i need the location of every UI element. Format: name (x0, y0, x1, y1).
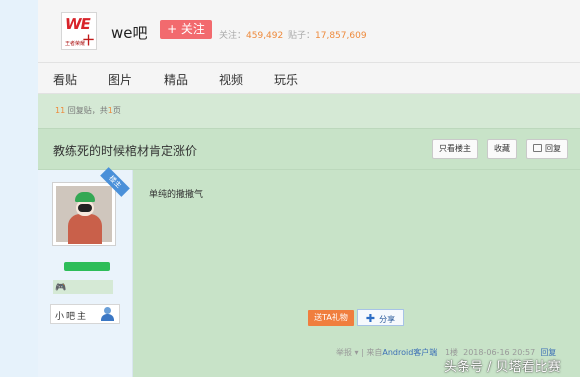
thread-title: 教练死的时候棺材肯定涨价 (53, 144, 198, 158)
forum-logo[interactable]: WE 王者荣耀 十 (61, 12, 97, 50)
forum-nav: 看贴 图片 精品 视频 玩乐 (38, 63, 580, 94)
reply-button[interactable]: 回复 (526, 139, 568, 159)
share-button[interactable]: ✚ 分享 (357, 309, 404, 326)
moderator-icon (101, 307, 114, 321)
reply-count: 11 回复贴，共1页 (55, 105, 121, 116)
report-link[interactable]: 举报 (336, 348, 352, 357)
level-badge[interactable]: 🎮 (53, 280, 113, 294)
post-content: 单纯的撒撒气 送TA礼物 ✚ 分享 举报 ▾ | 来自Android客户端 1楼 … (133, 170, 580, 377)
only-op-button[interactable]: 只看楼主 (432, 139, 478, 159)
avatar-body (68, 214, 102, 244)
gamepad-icon: 🎮 (55, 283, 67, 293)
comment-icon (533, 144, 542, 152)
follow-count-value: 459,492 (246, 31, 284, 41)
reply-count-strip: 11 回复贴，共1页 (38, 94, 580, 128)
source-prefix: | 来自 (361, 348, 383, 357)
nav-tab-fun[interactable]: 玩乐 (274, 71, 298, 88)
logo-subtext: 王者荣耀 (65, 41, 86, 47)
avatar-mask (78, 204, 92, 212)
share-label: 分享 (379, 315, 396, 324)
watermark: 头条号 / 贝塔看比赛 (444, 360, 561, 375)
nav-tab-featured[interactable]: 精品 (164, 71, 188, 88)
author-panel: 🎮 小吧主 (38, 170, 133, 377)
username-redacted (64, 262, 110, 271)
reply-count-number: 11 (55, 106, 66, 115)
nav-tab-videos[interactable]: 视频 (219, 71, 243, 88)
post-count-value: 17,857,609 (315, 31, 367, 41)
tieba-page: WE 王者荣耀 十 we吧 + 关注 关注：459,492 贴子：17,857,… (38, 0, 580, 377)
follow-count: 关注：459,492 (219, 28, 283, 41)
thread-title-bar: 教练死的时候棺材肯定涨价 只看楼主 收藏 回复 (38, 128, 580, 170)
plus-icon: ✚ (365, 312, 376, 325)
post-text: 单纯的撒撒气 (149, 190, 204, 200)
role-label: 小吧主 (55, 312, 89, 322)
role-badge: 小吧主 (50, 304, 120, 324)
send-gift-button[interactable]: 送TA礼物 (308, 310, 354, 326)
avatar-image (56, 186, 112, 244)
forum-name[interactable]: we吧 (111, 22, 148, 43)
reply-count-suffix: 回复贴，共 (65, 106, 108, 115)
logo-mark: 十 (83, 34, 94, 47)
page-count-suffix: 页 (112, 106, 121, 115)
follow-button[interactable]: + 关注 (160, 20, 212, 39)
favorite-button[interactable]: 收藏 (487, 139, 517, 159)
post-count: 贴子：17,857,609 (288, 28, 367, 41)
nav-tab-posts[interactable]: 看贴 (53, 71, 77, 88)
logo-text: WE (63, 15, 92, 33)
avatar[interactable] (52, 182, 116, 246)
chevron-down-icon: ▾ (354, 348, 359, 357)
post-count-label: 贴子： (288, 31, 316, 41)
reply-button-label: 回复 (545, 144, 561, 153)
avatar-hat (75, 192, 95, 202)
moderator-icon-body (101, 314, 114, 321)
nav-tab-images[interactable]: 图片 (108, 71, 132, 88)
follow-count-label: 关注： (219, 31, 247, 41)
source-link[interactable]: Android客户端 (382, 348, 437, 357)
forum-header: WE 王者荣耀 十 we吧 + 关注 关注：459,492 贴子：17,857,… (38, 0, 580, 63)
moderator-icon-head (104, 307, 111, 314)
